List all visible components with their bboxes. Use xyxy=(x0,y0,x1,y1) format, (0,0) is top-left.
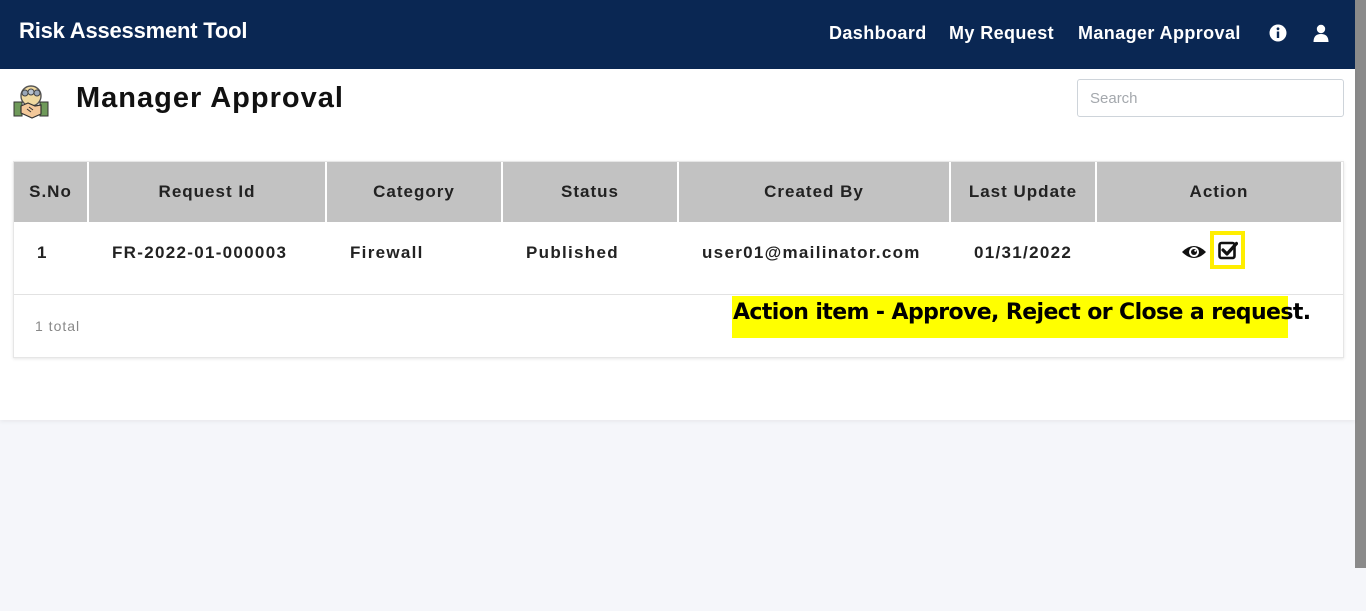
approve-action-highlight[interactable] xyxy=(1210,231,1245,269)
manager-handshake-icon xyxy=(13,85,49,119)
column-header-created-by[interactable]: Created By xyxy=(679,162,949,222)
user-icon[interactable] xyxy=(1312,24,1330,42)
column-header-action: Action xyxy=(1097,162,1341,222)
search-input[interactable] xyxy=(1077,79,1344,117)
cell-category: Firewall xyxy=(350,243,424,262)
nav-manager-approval[interactable]: Manager Approval xyxy=(1078,23,1241,44)
row-divider xyxy=(14,294,1343,295)
page-title: Manager Approval xyxy=(76,82,344,114)
column-header-status[interactable]: Status xyxy=(503,162,677,222)
top-navbar: Risk Assessment Tool Dashboard My Reques… xyxy=(0,0,1355,69)
cell-status: Published xyxy=(526,243,619,262)
eye-icon[interactable] xyxy=(1181,242,1207,262)
annotation-callout: Action item - Approve, Reject or Close a… xyxy=(732,296,1311,338)
cell-last-update: 01/31/2022 xyxy=(974,243,1073,262)
info-icon[interactable] xyxy=(1269,24,1287,42)
page-scrollbar[interactable] xyxy=(1355,0,1366,568)
cell-request-id: FR-2022-01-000003 xyxy=(112,243,288,262)
column-header-category[interactable]: Category xyxy=(327,162,501,222)
check-square-icon[interactable] xyxy=(1218,240,1238,260)
nav-my-request[interactable]: My Request xyxy=(949,23,1054,44)
column-header-sno[interactable]: S.No xyxy=(14,162,87,222)
column-header-request-id[interactable]: Request Id xyxy=(89,162,325,222)
nav-dashboard[interactable]: Dashboard xyxy=(829,23,927,44)
cell-sno: 1 xyxy=(37,243,48,262)
app-title[interactable]: Risk Assessment Tool xyxy=(19,18,248,44)
cell-created-by: user01@mailinator.com xyxy=(702,243,921,262)
table-total-count: 1 total xyxy=(35,318,81,334)
column-header-last-update[interactable]: Last Update xyxy=(951,162,1095,222)
